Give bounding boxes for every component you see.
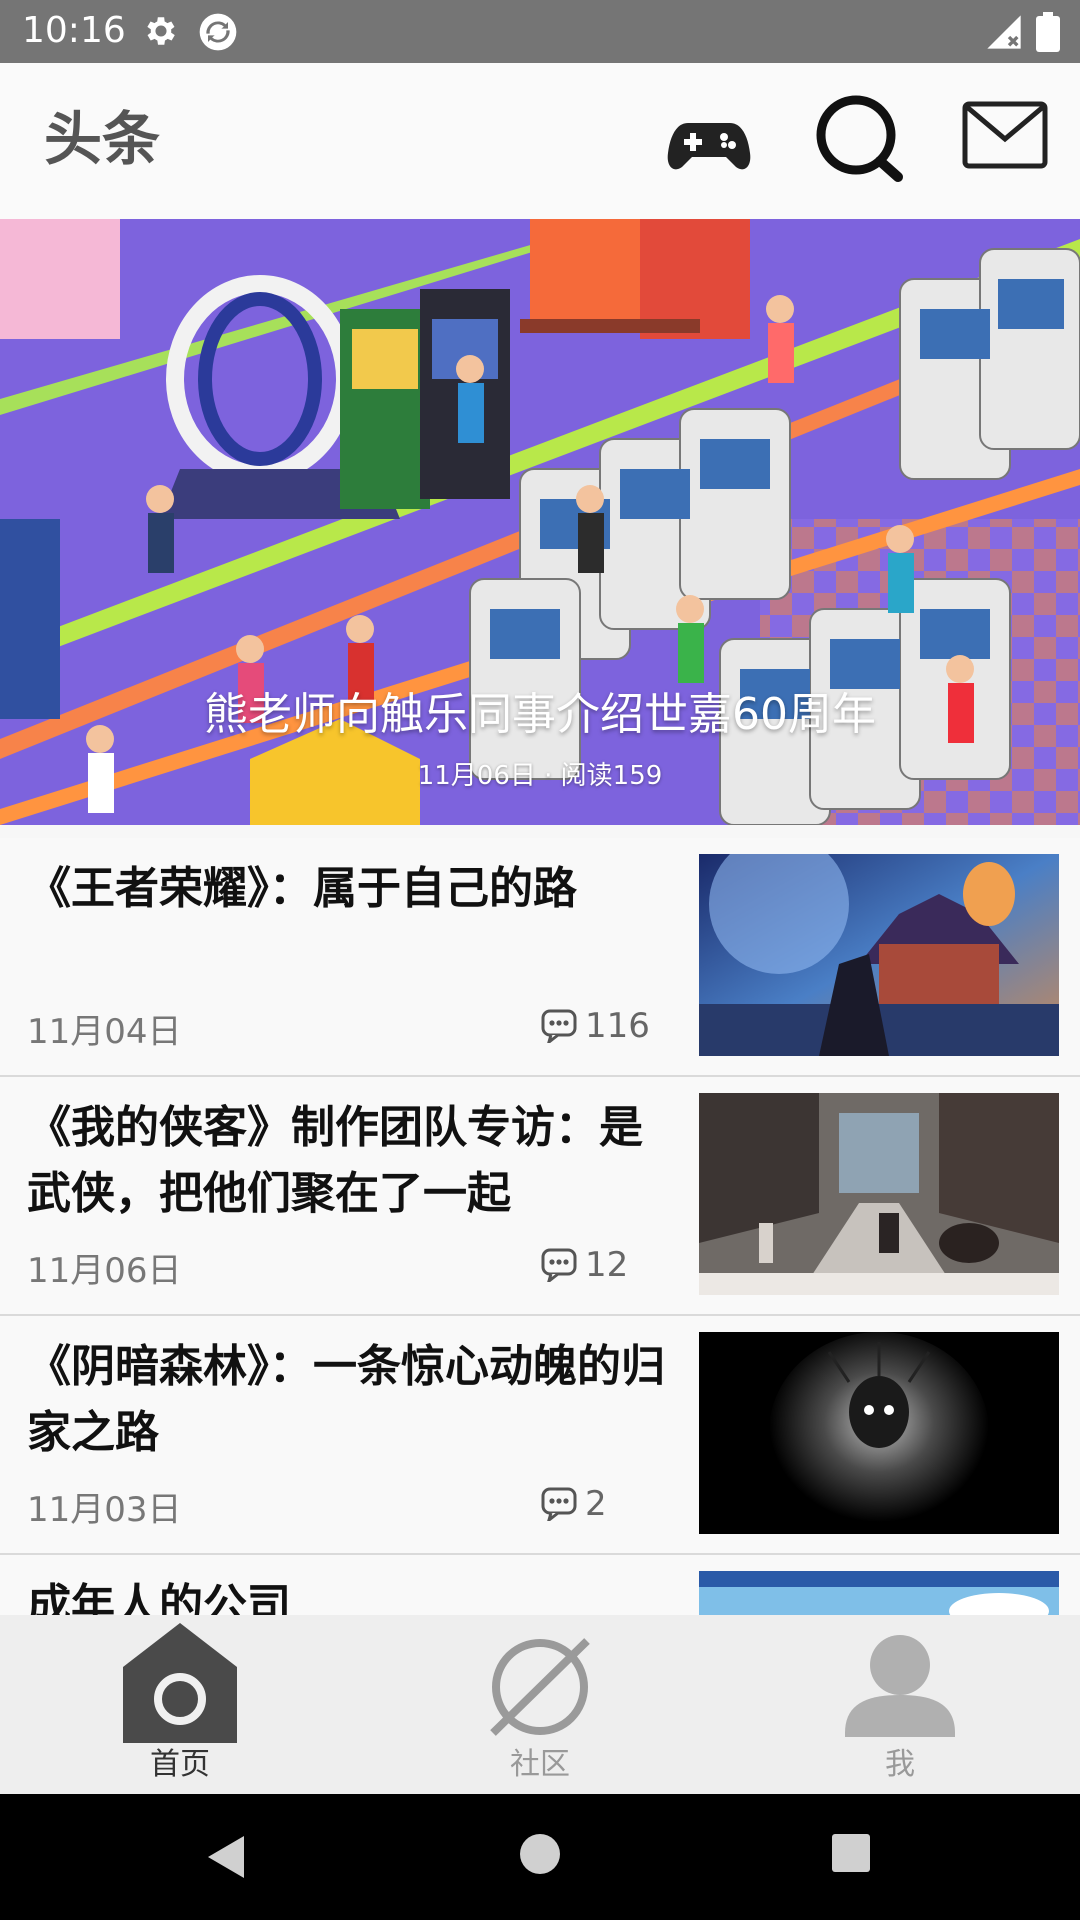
- tab-me[interactable]: 我: [800, 1615, 1000, 1794]
- tab-community-label: 社区: [510, 1747, 570, 1782]
- banner-meta: 11月06日 · 阅读159: [417, 761, 663, 791]
- search-icon[interactable]: [812, 91, 908, 187]
- tab-me-label: 我: [885, 1747, 915, 1782]
- article-thumbnail: [699, 854, 1059, 1056]
- comment-count: 2: [585, 1484, 607, 1524]
- battery-icon: [1036, 12, 1060, 52]
- comment-count: 116: [585, 1006, 650, 1046]
- comment-count-wrap: 12: [541, 1243, 628, 1287]
- bottom-nav: 首页 社区 我: [0, 1615, 1080, 1794]
- article-thumbnail: [699, 1332, 1059, 1534]
- article-date: 11月04日: [27, 1012, 182, 1052]
- signal-icon: [987, 15, 1021, 49]
- article-title: 《阴暗森林》：一条惊心动魄的归家之路: [27, 1341, 665, 1458]
- sync-icon: [199, 13, 237, 51]
- home-icon: [123, 1623, 237, 1743]
- comment-count-wrap: 2: [541, 1482, 607, 1526]
- app-bar: 头条: [0, 63, 1080, 219]
- comment-count: 12: [585, 1245, 629, 1285]
- article-item[interactable]: 成年人的公司: [0, 1555, 1080, 1615]
- mail-icon[interactable]: [962, 101, 1048, 171]
- home-button-icon[interactable]: [518, 1832, 562, 1876]
- gamepad-icon[interactable]: [666, 101, 752, 187]
- comment-count-wrap: 116: [541, 1004, 650, 1048]
- planet-icon: [490, 1638, 590, 1736]
- status-bar: 10:16: [0, 0, 1080, 63]
- back-icon[interactable]: [202, 1832, 252, 1882]
- banner-title: 熊老师向触乐同事介绍世嘉60周年: [204, 689, 876, 740]
- page-title: 头条: [44, 105, 161, 173]
- comment-icon: [541, 1487, 577, 1521]
- article-title: 《我的侠客》制作团队专访：是武侠，把他们聚在了一起: [27, 1102, 643, 1219]
- status-time: 10:16: [22, 10, 126, 51]
- article-thumbnail: [699, 1093, 1059, 1295]
- comment-icon: [541, 1009, 577, 1043]
- article-date: 11月03日: [27, 1490, 182, 1530]
- tab-home-label: 首页: [150, 1747, 210, 1782]
- article-date: 11月06日: [27, 1251, 182, 1291]
- article-item[interactable]: 《阴暗森林》：一条惊心动魄的归家之路 11月03日 2: [0, 1316, 1080, 1555]
- comment-icon: [541, 1248, 577, 1282]
- article-title: 成年人的公司: [27, 1580, 291, 1615]
- tab-community[interactable]: 社区: [440, 1615, 640, 1794]
- banner[interactable]: 熊老师向触乐同事介绍世嘉60周年 11月06日 · 阅读159: [0, 219, 1080, 825]
- person-icon: [845, 1635, 955, 1737]
- article-item[interactable]: 《我的侠客》制作团队专访：是武侠，把他们聚在了一起 11月06日 12: [0, 1077, 1080, 1316]
- article-item[interactable]: 《王者荣耀》：属于自己的路 11月04日 116: [0, 838, 1080, 1077]
- recents-icon[interactable]: [830, 1832, 872, 1874]
- gear-icon: [147, 17, 175, 45]
- article-title: 《王者荣耀》：属于自己的路: [27, 863, 577, 914]
- system-navigation-bar: [0, 1794, 1080, 1920]
- article-list: 《王者荣耀》：属于自己的路 11月04日 116 《我的侠客》制作团队专访：是武…: [0, 838, 1080, 1615]
- article-thumbnail: [699, 1571, 1059, 1615]
- tab-home[interactable]: 首页: [80, 1615, 280, 1794]
